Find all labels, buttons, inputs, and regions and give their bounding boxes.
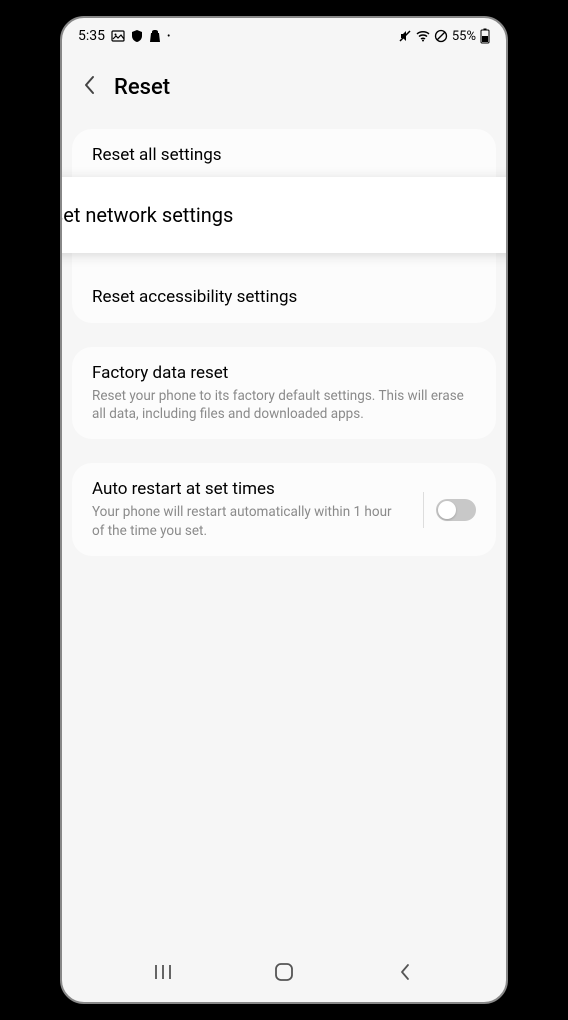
reset-all-settings-label: Reset all settings [92, 145, 476, 165]
content-area: Reset all settings Reset accessibility s… [62, 129, 506, 556]
back-button[interactable] [78, 70, 100, 105]
home-button[interactable] [264, 952, 304, 992]
battery-icon [480, 28, 490, 44]
mute-icon [398, 29, 412, 43]
reset-network-settings-label: Reset network settings [60, 203, 508, 227]
gap [62, 439, 506, 463]
toggle-knob [438, 501, 456, 519]
auto-restart-toggle[interactable] [436, 499, 476, 521]
navigation-bar [62, 942, 506, 1002]
reset-accessibility-item[interactable]: Reset accessibility settings [72, 271, 496, 323]
auto-restart-item[interactable]: Auto restart at set times Your phone wil… [72, 463, 496, 555]
page-header: Reset [62, 50, 506, 129]
reset-network-settings-item[interactable]: Reset network settings [60, 177, 508, 253]
factory-data-reset-item[interactable]: Factory data reset Reset your phone to i… [72, 347, 496, 439]
battery-percent: 55% [452, 29, 476, 44]
auto-restart-card: Auto restart at set times Your phone wil… [72, 463, 496, 555]
status-left: 5:35 • [78, 28, 170, 44]
auto-restart-text: Auto restart at set times Your phone wil… [92, 479, 419, 539]
gap [62, 323, 506, 347]
recents-button[interactable] [143, 952, 183, 992]
more-indicator-icon: • [167, 31, 170, 42]
factory-data-reset-label: Factory data reset [92, 363, 476, 383]
status-bar: 5:35 • 55% [62, 18, 506, 50]
toggle-divider [423, 492, 424, 528]
status-time: 5:35 [78, 28, 105, 44]
status-right: 55% [398, 28, 490, 44]
no-signal-icon [434, 29, 448, 43]
bag-icon [149, 29, 161, 43]
phone-screen: 5:35 • 55% [60, 16, 508, 1004]
nav-back-button[interactable] [385, 952, 425, 992]
picture-icon [111, 29, 125, 43]
reset-accessibility-label: Reset accessibility settings [92, 287, 476, 307]
auto-restart-label: Auto restart at set times [92, 479, 407, 499]
factory-reset-card: Factory data reset Reset your phone to i… [72, 347, 496, 439]
shield-icon [131, 29, 143, 43]
page-title: Reset [114, 75, 170, 100]
auto-restart-desc: Your phone will restart automatically wi… [92, 503, 407, 539]
reset-all-settings-item[interactable]: Reset all settings [72, 129, 496, 181]
wifi-icon [416, 30, 430, 42]
factory-data-reset-desc: Reset your phone to its factory default … [92, 387, 476, 423]
